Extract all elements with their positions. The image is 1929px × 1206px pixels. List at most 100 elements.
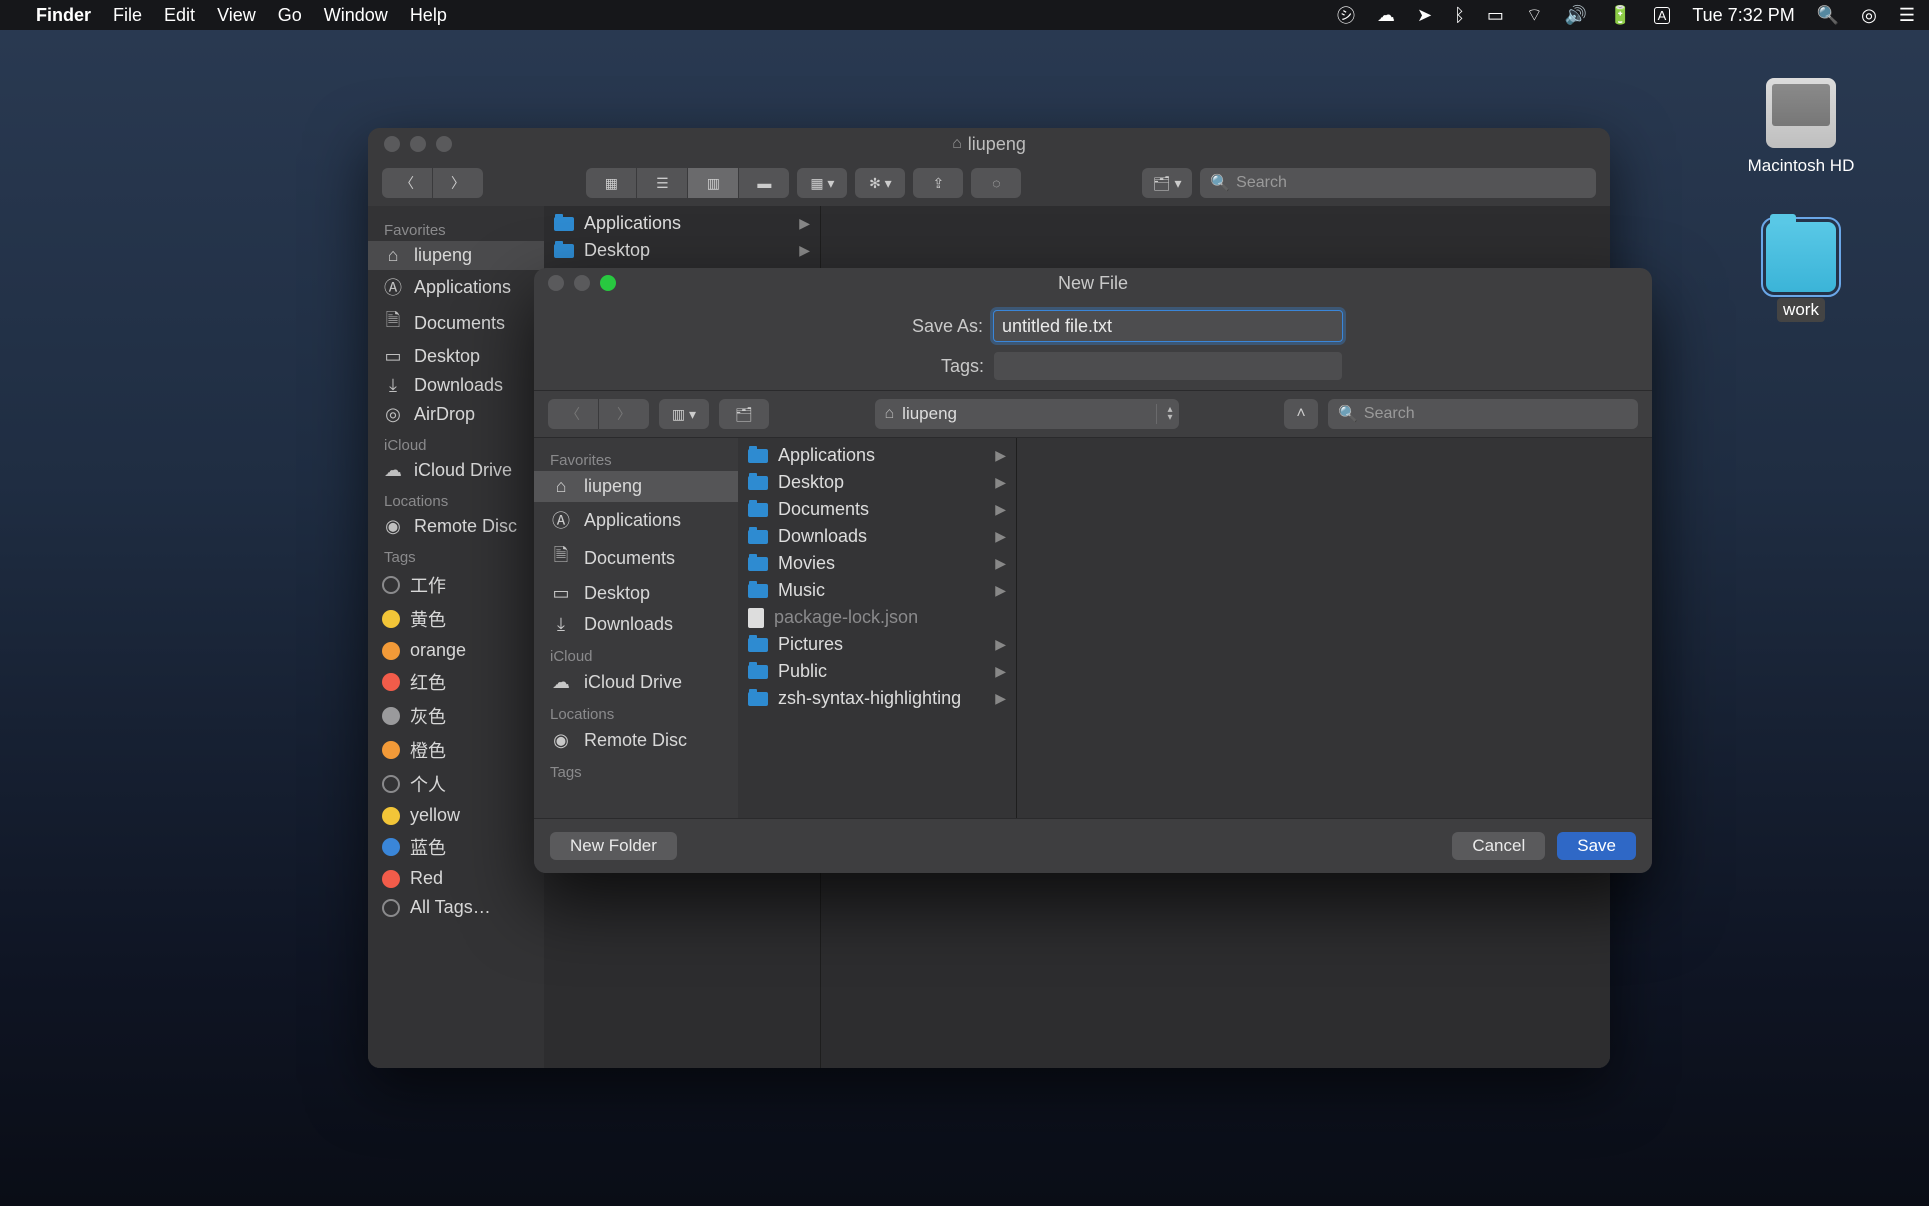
dialog-search-field[interactable]: 🔍 Search [1328, 399, 1638, 429]
bluetooth-icon[interactable]: ᛒ [1454, 5, 1465, 26]
finder-sidebar-item[interactable]: ☁iCloud Drive [368, 456, 544, 485]
dialog-sidebar-label: Remote Disc [584, 730, 687, 751]
save-button[interactable]: Save [1557, 832, 1636, 860]
display-icon[interactable]: ▭ [1487, 5, 1504, 26]
dialog-nav-forward[interactable]: 〉 [599, 399, 649, 429]
finder-sidebar-item[interactable]: ⒶApplications [368, 270, 544, 304]
dialog-sidebar-item[interactable]: ⒶApplications [534, 502, 738, 538]
wifi-icon[interactable]: ⌔ [1526, 4, 1543, 27]
list-item[interactable]: Public▶ [738, 658, 1016, 685]
nav-back-button[interactable]: 〈 [382, 168, 433, 198]
tag-item[interactable]: All Tags… [368, 893, 544, 922]
finder-sidebar-item[interactable]: ◉Remote Disc [368, 512, 544, 541]
clock[interactable]: Tue 7:32 PM [1692, 5, 1794, 26]
sidebar-favorites-title: Favorites [368, 214, 544, 241]
list-item[interactable]: zsh-syntax-highlighting▶ [738, 685, 1016, 712]
tag-item[interactable]: yellow [368, 801, 544, 830]
home-icon: ⌂ [952, 135, 962, 153]
dialog-sidebar-item[interactable]: ☁iCloud Drive [534, 667, 738, 698]
finder-sidebar-item[interactable]: ⌂liupeng [368, 241, 544, 270]
new-folder-button[interactable]: New Folder [550, 832, 677, 860]
dialog-titlebar[interactable]: New File [534, 268, 1652, 298]
list-item-label: Music [778, 580, 825, 601]
desktop-icon-hdd[interactable]: Macintosh HD [1741, 78, 1861, 178]
collapse-button[interactable]: ˄ [1284, 399, 1318, 429]
list-item[interactable]: Movies▶ [738, 550, 1016, 577]
dialog-sidebar-item[interactable]: ◉Remote Disc [534, 725, 738, 756]
view-icon-columns[interactable]: ▥ [688, 168, 739, 198]
tag-item[interactable]: orange [368, 636, 544, 665]
list-item[interactable]: Documents▶ [738, 496, 1016, 523]
menu-help[interactable]: Help [410, 5, 447, 26]
dialog-list: Applications▶Desktop▶Documents▶Downloads… [738, 438, 1017, 818]
column-item[interactable]: Desktop▶ [544, 237, 820, 264]
dialog-view-columns[interactable]: ▥ ▾ [659, 399, 709, 429]
tag-item[interactable]: 个人 [368, 767, 544, 801]
tag-item[interactable]: 灰色 [368, 699, 544, 733]
notification-center-icon[interactable]: ☰ [1899, 5, 1915, 26]
cancel-button[interactable]: Cancel [1452, 832, 1545, 860]
finder-title: liupeng [968, 134, 1026, 155]
menu-app-name[interactable]: Finder [36, 5, 91, 26]
list-item[interactable]: Desktop▶ [738, 469, 1016, 496]
finder-sidebar-item[interactable]: ⤓Downloads [368, 371, 544, 400]
save-as-input[interactable] [993, 310, 1343, 342]
tag-item[interactable]: 黄色 [368, 602, 544, 636]
menu-edit[interactable]: Edit [164, 5, 195, 26]
list-item[interactable]: Downloads▶ [738, 523, 1016, 550]
sidebar-locations-title: Locations [368, 485, 544, 512]
dialog-sidebar-item[interactable]: ▭Desktop [534, 578, 738, 609]
action-dropdown[interactable]: ✻ ▾ [855, 168, 905, 198]
finder-sidebar-item[interactable]: 🗎Documents [368, 304, 544, 342]
menu-window[interactable]: Window [324, 5, 388, 26]
tag-item[interactable]: 蓝色 [368, 830, 544, 864]
dialog-nav-back[interactable]: 〈 [548, 399, 599, 429]
menu-file[interactable]: File [113, 5, 142, 26]
folder-icon [748, 557, 768, 571]
folder-icon [748, 503, 768, 517]
tag-item[interactable]: Red [368, 864, 544, 893]
dialog-sidebar-item[interactable]: ⤓Downloads [534, 609, 738, 640]
dialog-view-icon[interactable]: 🗂 [719, 399, 769, 429]
chevron-right-icon: ▶ [995, 663, 1006, 680]
view-icon-gallery[interactable]: ▬ [739, 168, 789, 198]
dialog-sidebar-item[interactable]: 🗎Documents [534, 538, 738, 578]
view-icon-grid[interactable]: ▦ [586, 168, 637, 198]
dialog-toolbar: 〈 〉 ▥ ▾ 🗂 ⌂ liupeng ▴▾ ˄ 🔍 Search [534, 390, 1652, 438]
doc-icon: 🗎 [382, 308, 404, 338]
dialog-sidebar-item[interactable]: ⌂liupeng [534, 471, 738, 502]
volume-icon[interactable]: 🔊 [1565, 5, 1587, 26]
tag-item[interactable]: 红色 [368, 665, 544, 699]
folder-icon [554, 244, 574, 258]
finder-sidebar-item[interactable]: ◎AirDrop [368, 400, 544, 429]
list-item[interactable]: Pictures▶ [738, 631, 1016, 658]
siri-icon[interactable]: ◎ [1861, 5, 1877, 26]
tags-button[interactable]: ◌ [971, 168, 1021, 198]
column-item[interactable]: Applications▶ [544, 210, 820, 237]
finder-titlebar[interactable]: ⌂ liupeng [368, 128, 1610, 160]
tag-item[interactable]: 工作 [368, 568, 544, 602]
battery-icon[interactable]: 🔋 [1609, 5, 1631, 26]
list-item[interactable]: Applications▶ [738, 442, 1016, 469]
tag-item[interactable]: 橙色 [368, 733, 544, 767]
finder-sidebar-item[interactable]: ▭Desktop [368, 342, 544, 371]
file-icon [748, 608, 764, 628]
wechat-icon[interactable]: ㋛ [1337, 2, 1355, 28]
path-dropdown[interactable]: 🗂 ▾ [1142, 168, 1192, 198]
arrange-dropdown[interactable]: ▦ ▾ [797, 168, 847, 198]
finder-search-field[interactable]: 🔍 Search [1200, 168, 1596, 198]
view-icon-list[interactable]: ☰ [637, 168, 688, 198]
location-dropdown[interactable]: ⌂ liupeng ▴▾ [875, 399, 1179, 429]
tags-input[interactable] [994, 352, 1342, 380]
menu-view[interactable]: View [217, 5, 256, 26]
list-item[interactable]: Music▶ [738, 577, 1016, 604]
menu-go[interactable]: Go [278, 5, 302, 26]
desktop-icon-work[interactable]: work [1741, 222, 1861, 322]
cloud-status-icon[interactable]: ☁ [1377, 5, 1395, 26]
share-button[interactable]: ⇪ [913, 168, 963, 198]
nav-forward-button[interactable]: 〉 [433, 168, 483, 198]
list-item[interactable]: package-lock.json [738, 604, 1016, 631]
spotlight-icon[interactable]: 🔍 [1817, 5, 1839, 26]
location-icon[interactable]: ➤ [1417, 5, 1432, 26]
input-source-icon[interactable]: A [1654, 7, 1671, 24]
